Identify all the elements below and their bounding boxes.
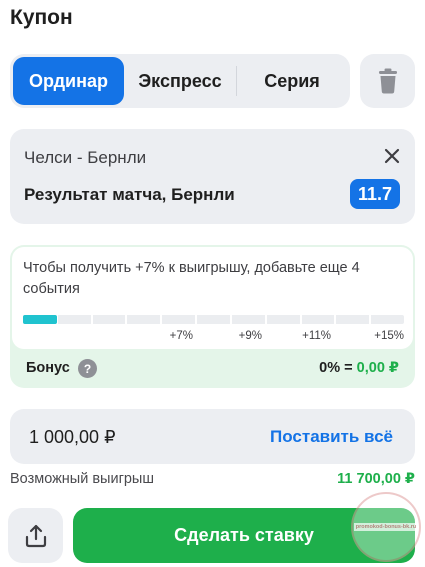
progress-segment — [371, 315, 404, 324]
progress-segment — [231, 315, 265, 324]
potential-win-value: 11 700,00 ₽ — [337, 471, 415, 487]
coupon-title: Купон — [10, 6, 73, 29]
bonus-label: Бонус — [26, 360, 70, 376]
progress-segment — [162, 315, 196, 324]
clear-coupon-button[interactable] — [360, 54, 415, 108]
stake-input[interactable]: 1 000,00 ₽ Поставить всё — [10, 409, 415, 464]
bet-type-tabs: Ординар Экспресс Серия — [10, 54, 350, 108]
bonus-amount: 0,00 ₽ — [356, 360, 399, 376]
bonus-card: Чтобы получить +7% к выигрышу, добавьте … — [10, 245, 415, 388]
bet-event-teams: Челси - Бернли — [24, 148, 147, 167]
bonus-message: Чтобы получить +7% к выигрышу, добавьте … — [23, 260, 360, 297]
progress-segment — [57, 315, 91, 324]
progress-segment — [127, 315, 161, 324]
tick-label: +7% — [169, 330, 193, 342]
stake-amount[interactable]: 1 000,00 ₽ — [29, 427, 116, 448]
progress-segment — [336, 315, 370, 324]
progress-segment — [197, 315, 230, 324]
bonus-ticks: +7% +9% +11% +15% — [23, 330, 404, 346]
progress-segment — [92, 315, 126, 324]
share-button[interactable] — [8, 508, 63, 563]
watermark-text: promokod-bonus-bk.ru — [353, 523, 419, 531]
progress-segment — [301, 315, 335, 324]
close-icon[interactable] — [383, 147, 401, 165]
odds-badge: 11.7 — [350, 179, 400, 209]
stake-all-button[interactable]: Поставить всё — [270, 427, 393, 447]
tab-express[interactable]: Экспресс — [124, 57, 236, 105]
tick-label: +9% — [238, 330, 262, 342]
tab-series[interactable]: Серия — [237, 57, 347, 105]
bonus-percent: 0% = — [319, 360, 353, 376]
help-icon[interactable]: ? — [78, 359, 97, 378]
bonus-progress-fill — [23, 315, 58, 324]
progress-segment — [266, 315, 300, 324]
bet-card: Челси - Бернли Результат матча, Бернли 1… — [10, 129, 415, 224]
tab-single[interactable]: Ординар — [13, 57, 124, 105]
tick-label: +11% — [302, 330, 331, 342]
bonus-value: 0% = 0,00 ₽ — [319, 360, 399, 376]
potential-win-label: Возможный выигрыш — [10, 471, 154, 487]
share-icon — [25, 524, 46, 547]
tick-label: +15% — [374, 330, 404, 342]
bonus-progress-track — [23, 315, 404, 324]
trash-icon — [378, 68, 397, 94]
bonus-progress-panel: Чтобы получить +7% к выигрышу, добавьте … — [12, 247, 413, 349]
bet-market: Результат матча, Бернли — [24, 185, 235, 204]
watermark-stamp: promokod-bonus-bk.ru — [351, 492, 421, 562]
